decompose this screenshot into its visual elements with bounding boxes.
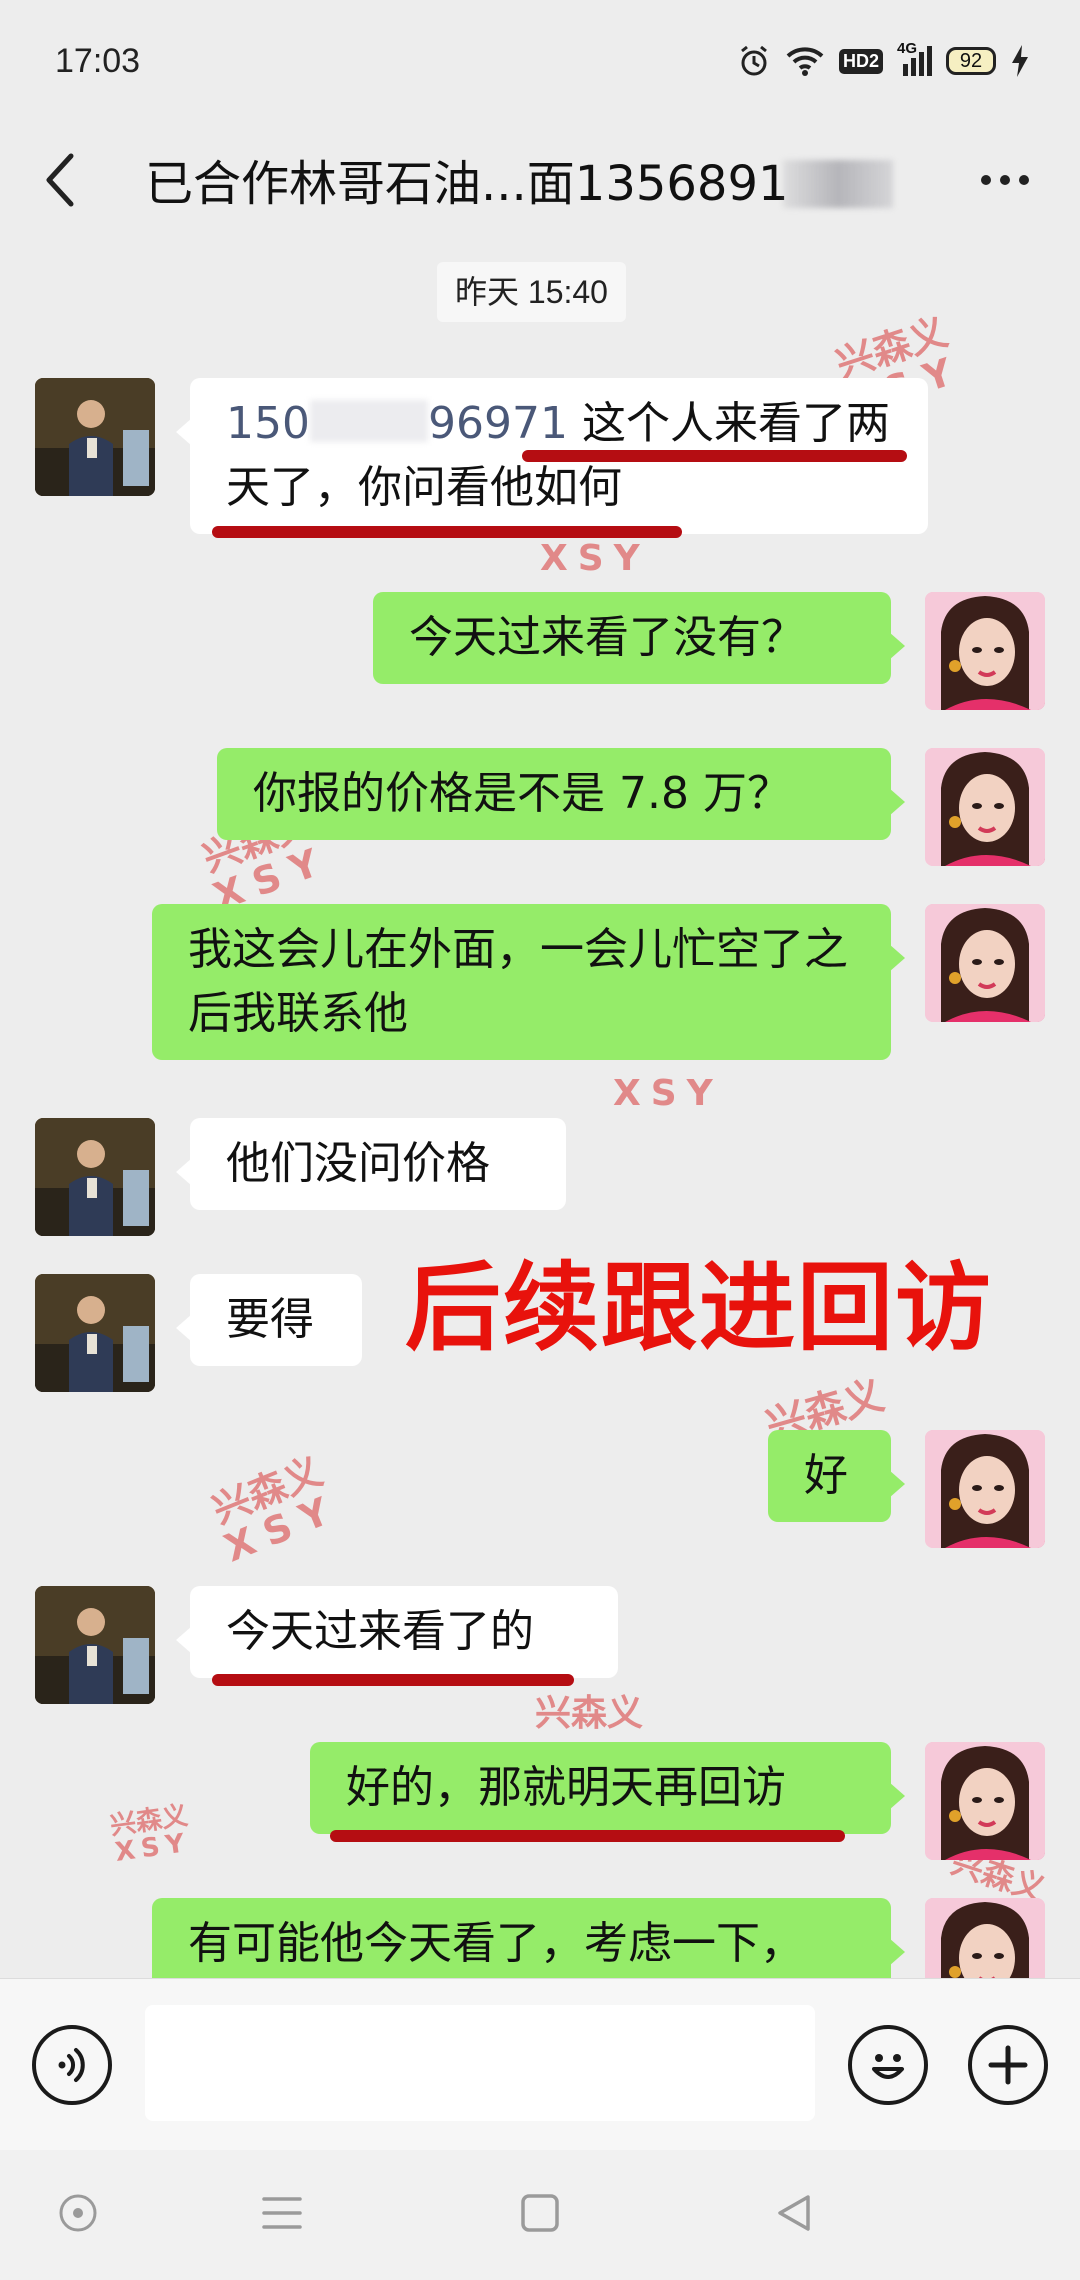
message-text: 今天过来看了没有？ xyxy=(409,612,805,663)
wifi-icon xyxy=(785,45,825,77)
signal-icon: 4G xyxy=(897,40,932,76)
input-bar xyxy=(0,1978,1080,2150)
contact-avatar-image xyxy=(35,1274,155,1392)
contact-avatar-image xyxy=(35,378,155,496)
hd-voice-icon: HD2 xyxy=(838,48,883,74)
nav-menu-button[interactable] xyxy=(242,2178,322,2248)
message-bubble-outgoing[interactable]: 好 xyxy=(768,1430,905,1522)
chat-title: 已合作林哥石油...面1356891 xyxy=(145,144,893,214)
chat-area[interactable]: 昨天 15:40 兴森义XSY XSY 兴森义XSY XSY 兴森义 兴森义XS… xyxy=(0,240,1080,1978)
contact-avatar-image xyxy=(35,1118,155,1236)
message-bubble-outgoing[interactable]: 你报的价格是不是 7.8 万？ xyxy=(217,748,905,840)
status-bar: 17:03 HD2 4G 92 xyxy=(0,0,1080,120)
self-avatar-image xyxy=(925,748,1045,866)
status-icons: HD2 4G 92 xyxy=(737,40,1030,78)
square-recents-icon xyxy=(521,2194,559,2232)
voice-input-icon xyxy=(58,2048,85,2082)
message-bubble-outgoing[interactable]: 有可能他今天看了，考虑一下， xyxy=(152,1898,905,1978)
self-avatar[interactable] xyxy=(925,1898,1045,1978)
self-avatar-image xyxy=(925,1742,1045,1860)
watermark: 兴森义XSY xyxy=(108,1800,193,1869)
more-button[interactable] xyxy=(965,150,1045,210)
self-avatar[interactable] xyxy=(925,592,1045,710)
message-bubble-outgoing[interactable]: 今天过来看了没有？ xyxy=(373,592,905,684)
message-text: 你报的价格是不是 7.8 万？ xyxy=(253,768,791,819)
chat-header: 已合作林哥石油...面1356891 xyxy=(0,120,1080,240)
highlight-underline xyxy=(212,526,682,538)
chat-title-text: 已合作林哥石油...面1356891 xyxy=(145,156,789,212)
watermark: 兴森义 xyxy=(535,1693,644,1734)
title-redaction xyxy=(782,160,893,208)
more-dot xyxy=(1000,175,1010,185)
message-bubble-outgoing[interactable]: 我这会儿在外面，一会儿忙空了之后我联系他 xyxy=(152,904,905,1060)
system-nav-bar xyxy=(0,2150,1080,2280)
watermark: 兴森义XSY xyxy=(206,1448,347,1571)
phone-number-link[interactable]: 150 96971 xyxy=(226,398,568,449)
highlight-underline xyxy=(212,1674,574,1686)
self-avatar[interactable] xyxy=(925,748,1045,866)
message-text: 今天过来看了的 xyxy=(226,1606,534,1657)
emoji-button[interactable] xyxy=(848,2025,928,2105)
self-avatar[interactable] xyxy=(925,1430,1045,1548)
self-avatar[interactable] xyxy=(925,904,1045,1022)
network-label: 4G xyxy=(897,40,918,57)
self-avatar-image xyxy=(925,592,1045,710)
nav-back-button[interactable] xyxy=(754,2178,834,2248)
self-avatar[interactable] xyxy=(925,1742,1045,1860)
plus-icon xyxy=(988,2045,1028,2085)
message-bubble-incoming[interactable]: 他们没问价格 xyxy=(176,1118,566,1210)
more-dot xyxy=(1019,175,1029,185)
charging-icon xyxy=(1010,45,1030,77)
self-avatar-image xyxy=(925,1898,1045,1978)
highlight-underline xyxy=(522,450,907,462)
highlight-underline xyxy=(330,1830,845,1842)
more-dots-icon xyxy=(981,175,991,185)
overlay-caption: 后续跟进回访 xyxy=(405,1252,993,1364)
more-actions-button[interactable] xyxy=(968,2025,1048,2105)
message-text: 他们没问价格 xyxy=(226,1138,490,1189)
message-text: 要得 xyxy=(226,1294,314,1345)
contact-avatar[interactable] xyxy=(35,1274,155,1392)
message-text: 我这会儿在外面，一会儿忙空了之后我联系他 xyxy=(188,924,848,1039)
message-text: 有可能他今天看了，考虑一下， xyxy=(188,1918,804,1969)
message-bubble-incoming[interactable]: 要得 xyxy=(176,1274,362,1366)
status-time: 17:03 xyxy=(55,42,141,80)
menu-lines-icon xyxy=(262,2197,302,2229)
emoji-icon xyxy=(872,2054,904,2079)
message-text: 好 xyxy=(804,1450,848,1501)
nav-recents-button[interactable] xyxy=(500,2178,580,2248)
watermark: XSY xyxy=(540,538,650,579)
message-bubble-incoming[interactable]: 今天过来看了的 xyxy=(176,1586,618,1678)
back-triangle-icon xyxy=(778,2195,810,2231)
message-bubble-outgoing[interactable]: 好的，那就明天再回访 xyxy=(310,1742,905,1834)
self-avatar-image xyxy=(925,904,1045,1022)
battery-icon: 92 xyxy=(946,47,996,75)
back-button[interactable] xyxy=(30,140,90,220)
alarm-icon xyxy=(737,44,771,78)
chevron-left-icon xyxy=(46,153,74,207)
home-circle-icon xyxy=(59,2194,97,2232)
nav-home-button[interactable] xyxy=(38,2178,118,2248)
contact-avatar[interactable] xyxy=(35,1118,155,1236)
contact-avatar-image xyxy=(35,1586,155,1704)
contact-avatar[interactable] xyxy=(35,378,155,496)
phone-redaction xyxy=(309,400,428,442)
timestamp-chip: 昨天 15:40 xyxy=(437,262,626,322)
self-avatar-image xyxy=(925,1430,1045,1548)
voice-input-button[interactable] xyxy=(32,2025,112,2105)
watermark: XSY xyxy=(613,1073,723,1114)
contact-avatar[interactable] xyxy=(35,1586,155,1704)
message-input[interactable] xyxy=(145,2005,815,2121)
message-text: 好的，那就明天再回访 xyxy=(346,1762,786,1813)
